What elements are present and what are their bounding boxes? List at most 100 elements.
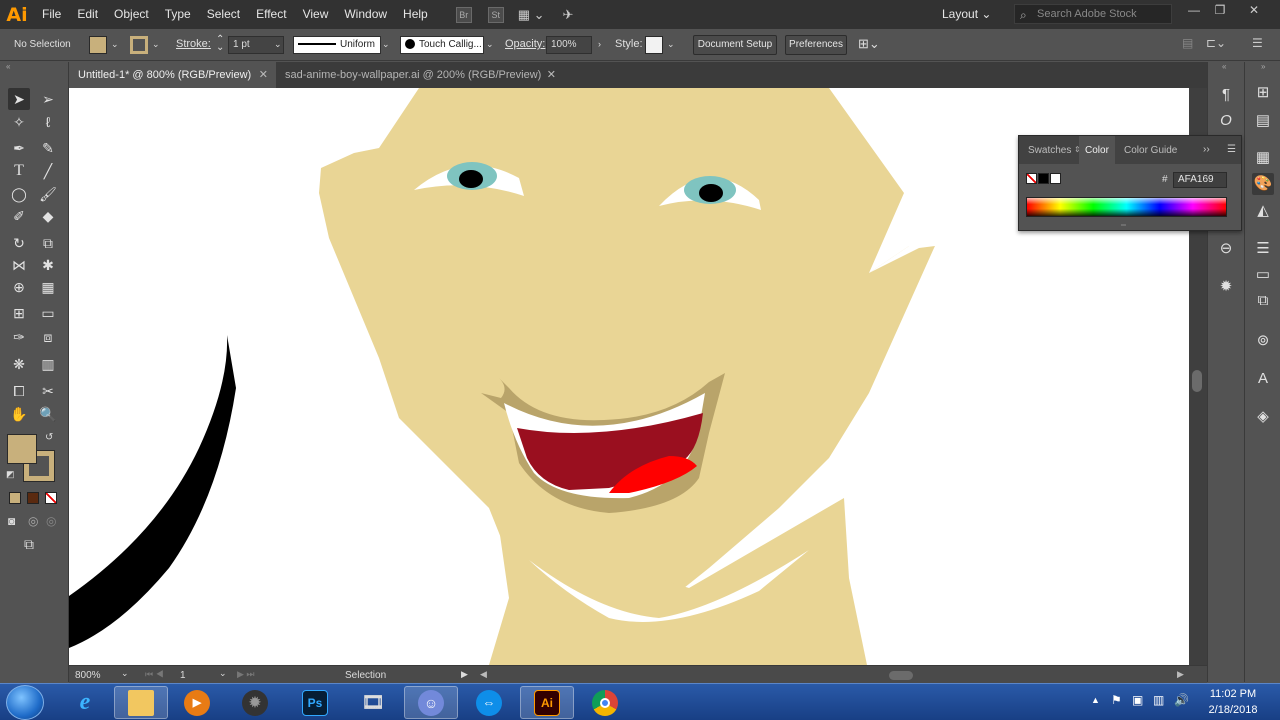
layers-panel-icon[interactable]: ◈ [1252,406,1274,428]
style-dropdown-icon[interactable]: ⌄ [667,39,675,50]
ellipse-tool-icon[interactable]: ◯ [8,183,30,205]
black-swatch[interactable] [1038,173,1049,184]
appearance-panel-icon[interactable]: ✹ [1215,276,1237,298]
brush-definition[interactable]: Touch Callig... [400,36,484,54]
scroll-right-icon[interactable]: ▶ [1177,669,1184,680]
bridge-icon[interactable]: Br [455,6,472,23]
stroke-dropdown-icon[interactable]: ⌄ [152,39,160,50]
perspective-grid-tool-icon[interactable]: ▦ [37,276,59,298]
control-isolate-icon[interactable]: ⊏⌄ [1206,36,1226,50]
swatches-panel-icon[interactable]: ▦ [1252,147,1274,169]
minimize-button[interactable]: — [1180,0,1208,22]
pen-tool-icon[interactable]: ✒ [8,137,30,159]
shaper-tool-icon[interactable]: ✐ [8,205,30,227]
paragraph-panel-icon[interactable]: ¶ [1215,84,1237,106]
menu-type[interactable]: Type [157,0,199,29]
control-menu-icon[interactable]: ☰ [1252,36,1263,50]
eraser-tool-icon[interactable]: ◆ [37,205,59,227]
stroke-stepper-icon[interactable]: ⌃ ⌄ [216,35,224,53]
chrome-icon[interactable] [578,686,632,719]
menu-select[interactable]: Select [199,0,248,29]
opacity-label[interactable]: Opacity: [505,38,545,50]
menu-help[interactable]: Help [395,0,436,29]
variable-width-profile[interactable]: Uniform [293,36,381,54]
tab-untitled[interactable]: Untitled-1* @ 800% (RGB/Preview) ✕ [69,62,276,88]
menu-file[interactable]: File [34,0,69,29]
artboard-tool-icon[interactable]: ⧠ [8,380,30,402]
transform-icon[interactable]: ⊞⌄ [858,36,880,52]
opentype-panel-icon[interactable]: O [1215,110,1237,132]
teamviewer-icon[interactable]: ⇔ [462,686,516,719]
eyedropper-tool-icon[interactable]: ✑ [8,326,30,348]
draw-inside-icon[interactable]: ◎ [46,514,56,528]
scroll-left-icon[interactable]: ◀ [480,669,487,680]
type-tool-icon[interactable]: T [8,160,30,182]
preferences-button[interactable]: Preferences [785,35,847,55]
slice-tool-icon[interactable]: ✂ [37,380,59,402]
none-mode-button[interactable] [45,492,57,504]
gradient-panel-icon[interactable]: ▭ [1252,264,1274,286]
puppet-warp-tool-icon[interactable]: ✱ [37,254,59,276]
panel-menu-icon[interactable]: ☰ [1227,144,1236,155]
document-setup-button[interactable]: Document Setup [693,35,777,55]
tab-close-icon[interactable]: ✕ [259,62,268,88]
stroke-label[interactable]: Stroke: [176,38,211,50]
selection-tool-icon[interactable]: ➤ [8,88,30,110]
first-artboard-icon[interactable]: ⏮ ◀ [145,669,164,680]
magic-wand-tool-icon[interactable]: ✧ [8,111,30,133]
network-icon[interactable]: ▥ [1153,693,1164,707]
fill-swatch[interactable] [89,36,107,54]
opacity-input[interactable]: 100% [546,36,592,54]
column-graph-tool-icon[interactable]: ▥ [37,353,59,375]
shape-builder-tool-icon[interactable]: ⊕ [8,276,30,298]
gpu-performance-icon[interactable]: ✈ [563,7,574,23]
workspace-switcher[interactable]: Layout ⌄ [934,0,999,29]
zoom-level[interactable]: 800% [75,670,101,681]
dock-expand-icon[interactable]: » [1261,62,1265,71]
vertical-scroll-thumb[interactable] [1192,370,1202,392]
white-swatch[interactable] [1050,173,1061,184]
hex-color-input[interactable]: AFA169 [1173,172,1227,188]
panel-overflow-icon[interactable]: ›› [1203,144,1210,155]
properties-panel-icon[interactable]: ⊞ [1252,82,1274,104]
default-colors-icon[interactable]: ◩ [6,469,15,480]
dock-collapse-icon[interactable]: « [1222,62,1226,71]
symbol-sprayer-tool-icon[interactable]: ❋ [8,353,30,375]
horizontal-scroll-thumb[interactable] [889,671,913,680]
zoom-tool-icon[interactable]: 🔍 [37,403,59,425]
next-artboard-icon[interactable]: ▶ ⏭ [237,669,255,680]
file-explorer-icon[interactable] [114,686,168,719]
zoom-dropdown-icon[interactable]: ⌄ [121,668,129,679]
show-hidden-icons-icon[interactable]: ▲ [1091,695,1100,705]
menu-edit[interactable]: Edit [69,0,106,29]
draw-normal-icon[interactable]: ◙ [8,514,15,528]
power-icon[interactable]: ▣ [1132,693,1143,707]
rotate-tool-icon[interactable]: ↻ [8,232,30,254]
tab-close-icon[interactable]: ✕ [547,62,556,88]
tab-color[interactable]: Color [1079,136,1115,164]
blend-tool-icon[interactable]: ⧈ [37,326,59,348]
align-panel-icon[interactable]: ▤ [1252,110,1274,132]
menu-window[interactable]: Window [336,0,395,29]
opacity-arrow-icon[interactable]: › [598,39,601,49]
stroke-weight-dropdown-icon[interactable]: ⌄ [274,39,282,50]
color-spectrum-bar[interactable] [1026,197,1227,217]
tab-swatches[interactable]: Swatches [1028,136,1071,164]
internet-explorer-icon[interactable]: e [58,686,112,719]
menu-view[interactable]: View [295,0,337,29]
curvature-tool-icon[interactable]: ✎ [37,137,59,159]
character-panel-icon[interactable]: A [1252,368,1274,390]
illustrator-taskbar-icon[interactable]: Ai [520,686,574,719]
hand-tool-icon[interactable]: ✋ [8,403,30,425]
artboard-dropdown-icon[interactable]: ⌄ [219,668,227,679]
artboard-number[interactable]: 1 [180,670,186,681]
screen-mode-icon[interactable]: ⧉ [24,536,34,553]
creative-cloud-libraries-icon[interactable]: ⊚ [1252,330,1274,352]
photoshop-icon[interactable]: Ps [288,686,342,719]
lasso-tool-icon[interactable]: ℓ [37,111,59,133]
gradient-mode-button[interactable] [27,492,39,504]
system-clock[interactable]: 11:02 PM 2/18/2018 [1198,686,1268,718]
arrange-documents-icon[interactable]: ▦ ⌄ [518,7,545,23]
status-menu-arrow-icon[interactable]: ▶ [461,669,468,680]
width-tool-icon[interactable]: ⋈ [8,254,30,276]
